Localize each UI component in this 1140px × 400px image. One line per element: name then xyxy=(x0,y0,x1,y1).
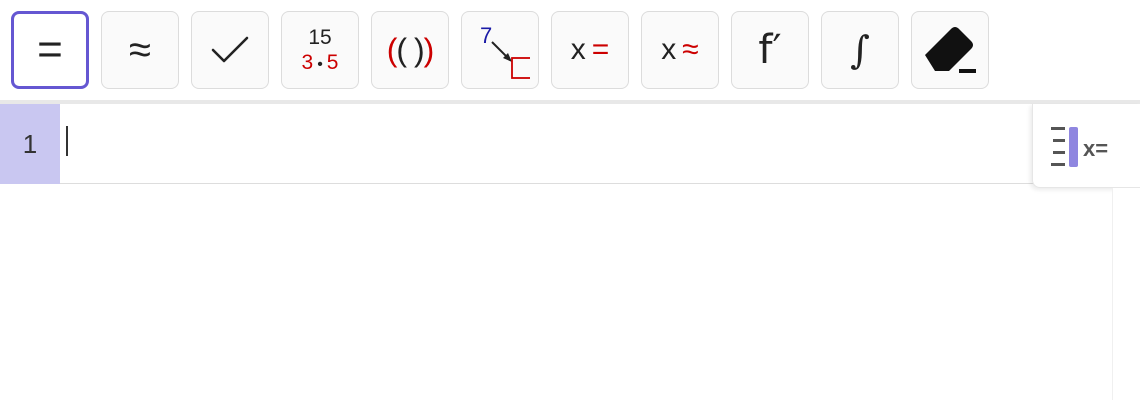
derivative-icon: f′ xyxy=(758,27,782,73)
solve-numerically-button[interactable]: x ≈ xyxy=(641,11,719,89)
algebra-input-icon: x= xyxy=(1050,126,1108,167)
check-icon xyxy=(211,36,249,63)
integral-icon: ∫ xyxy=(850,28,870,72)
numeric-button[interactable]: ≈ xyxy=(101,11,179,89)
cas-toolbar: = ≈ 15 3 • 5 (( )) 7 x = x ≈ f′ ∫ xyxy=(0,0,1140,102)
solve-button[interactable]: x = xyxy=(551,11,629,89)
factor-number: 15 xyxy=(308,26,332,49)
factor-button[interactable]: 15 3 • 5 xyxy=(281,11,359,89)
expand-button[interactable]: (( )) xyxy=(371,11,449,89)
equals-icon: = xyxy=(37,25,63,74)
cas-app: = ≈ 15 3 • 5 (( )) 7 x = x ≈ f′ ∫ 1 x= xyxy=(0,0,1140,400)
scroll-track[interactable] xyxy=(1112,188,1140,400)
approx-icon: ≈ xyxy=(129,28,151,72)
cas-view: 1 x= xyxy=(0,104,1140,400)
solve-icon: x = xyxy=(570,33,610,66)
substitute-button[interactable]: 7 xyxy=(461,11,539,89)
factor-icon: 15 3 • 5 xyxy=(302,27,339,73)
svg-text:x=: x= xyxy=(1083,136,1108,161)
text-caret xyxy=(66,126,68,156)
cas-input-field[interactable] xyxy=(60,104,1030,184)
row-number[interactable]: 1 xyxy=(0,104,60,184)
svg-text:7: 7 xyxy=(480,23,492,48)
input-bar-toggle-button[interactable]: x= xyxy=(1032,104,1140,188)
eraser-icon xyxy=(925,27,976,73)
derivative-button[interactable]: f′ xyxy=(731,11,809,89)
integral-button[interactable]: ∫ xyxy=(821,11,899,89)
solve-numerically-icon: x ≈ xyxy=(661,33,699,66)
delete-button[interactable] xyxy=(911,11,989,89)
factor-result: 3 • 5 xyxy=(301,51,339,74)
keep-input-button[interactable] xyxy=(191,11,269,89)
substitute-icon: 7 xyxy=(480,23,530,79)
cas-row[interactable]: 1 xyxy=(0,104,1140,184)
expand-icon: (( )) xyxy=(386,32,434,68)
evaluate-button[interactable]: = xyxy=(11,11,89,89)
